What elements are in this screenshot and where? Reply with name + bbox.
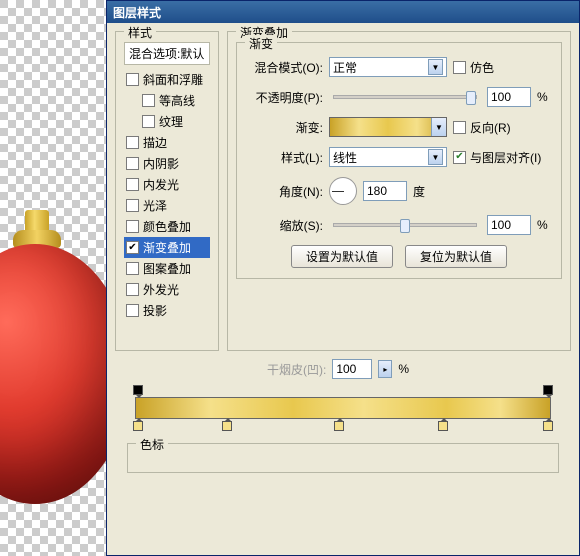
align-checkbox[interactable]: ✔ [453, 151, 466, 164]
colorstop-group: 色标 [127, 443, 559, 473]
dither-checkbox[interactable] [453, 61, 466, 74]
dialog-titlebar[interactable]: 图层样式 [107, 1, 579, 23]
style-checkbox[interactable] [126, 283, 139, 296]
reverse-checkbox[interactable] [453, 121, 466, 134]
gradient-editor[interactable] [127, 385, 559, 431]
style-item-纹理[interactable]: 纹理 [124, 111, 210, 132]
blend-mode-select[interactable]: 正常 ▼ [329, 57, 447, 77]
blend-mode-label: 混合模式(O): [247, 59, 323, 76]
style-checkbox[interactable] [142, 115, 155, 128]
cut-input[interactable]: 100 [332, 359, 372, 379]
style-label: 投影 [143, 302, 167, 319]
opacity-unit: % [537, 90, 551, 104]
style-checkbox[interactable] [126, 199, 139, 212]
style-label: 外发光 [143, 281, 179, 298]
style-item-内发光[interactable]: 内发光 [124, 174, 210, 195]
scale-slider[interactable] [333, 223, 477, 227]
cut-label: 干烟皮(凹): [267, 361, 326, 378]
style-select[interactable]: 线性 ▼ [329, 147, 447, 167]
blend-mode-value: 正常 [333, 59, 357, 76]
angle-unit: 度 [413, 183, 425, 200]
set-default-button[interactable]: 设置为默认值 [291, 245, 393, 268]
styles-group: 样式 混合选项:默认 斜面和浮雕等高线纹理描边内阴影内发光光泽颜色叠加✔渐变叠加… [115, 31, 219, 351]
style-item-内阴影[interactable]: 内阴影 [124, 153, 210, 174]
gradient-overlay-group: 渐变叠加 渐变 混合模式(O): 正常 ▼ 仿色 [227, 31, 571, 351]
style-value: 线性 [333, 149, 357, 166]
color-stop[interactable] [543, 421, 553, 431]
align-label: 与图层对齐(I) [470, 149, 541, 166]
style-label: 等高线 [159, 92, 195, 109]
style-item-图案叠加[interactable]: 图案叠加 [124, 258, 210, 279]
gradient-label: 渐变: [247, 119, 323, 136]
cut-unit: % [398, 362, 409, 376]
style-checkbox[interactable] [126, 304, 139, 317]
opacity-stop[interactable] [133, 385, 143, 395]
style-checkbox[interactable] [126, 136, 139, 149]
style-item-光泽[interactable]: 光泽 [124, 195, 210, 216]
style-item-颜色叠加[interactable]: 颜色叠加 [124, 216, 210, 237]
style-item-斜面和浮雕[interactable]: 斜面和浮雕 [124, 69, 210, 90]
opacity-stop[interactable] [543, 385, 553, 395]
chevron-down-icon: ▼ [428, 59, 443, 75]
scale-unit: % [537, 218, 551, 232]
opacity-input[interactable]: 100 [487, 87, 531, 107]
dialog-title: 图层样式 [113, 4, 161, 21]
style-checkbox[interactable] [126, 73, 139, 86]
style-label: 内阴影 [143, 155, 179, 172]
layer-style-dialog: 图层样式 样式 混合选项:默认 斜面和浮雕等高线纹理描边内阴影内发光光泽颜色叠加… [106, 0, 580, 556]
angle-label: 角度(N): [247, 183, 323, 200]
reset-default-button[interactable]: 复位为默认值 [405, 245, 507, 268]
style-checkbox[interactable] [126, 220, 139, 233]
style-label: 光泽 [143, 197, 167, 214]
style-label: 图案叠加 [143, 260, 191, 277]
style-label: 斜面和浮雕 [143, 71, 203, 88]
gradient-editor-area: 干烟皮(凹): 100 ▸ % 色标 [115, 359, 571, 473]
chevron-down-icon[interactable]: ▼ [431, 118, 446, 136]
style-label: 样式(L): [247, 149, 323, 166]
style-label: 渐变叠加 [143, 239, 191, 256]
style-checkbox[interactable] [126, 262, 139, 275]
gradient-swatch[interactable]: ▼ [329, 117, 447, 137]
color-stop[interactable] [334, 421, 344, 431]
scale-input[interactable]: 100 [487, 215, 531, 235]
angle-input[interactable]: 180 [363, 181, 407, 201]
style-label: 内发光 [143, 176, 179, 193]
style-checkbox[interactable] [142, 94, 155, 107]
angle-dial[interactable] [329, 177, 357, 205]
style-label: 纹理 [159, 113, 183, 130]
dither-label: 仿色 [470, 59, 494, 76]
opacity-label: 不透明度(P): [247, 89, 323, 106]
gradient-inner-group: 渐变 混合模式(O): 正常 ▼ 仿色 不透明度(P): [236, 42, 562, 279]
style-item-等高线[interactable]: 等高线 [124, 90, 210, 111]
color-stop[interactable] [438, 421, 448, 431]
style-item-外发光[interactable]: 外发光 [124, 279, 210, 300]
style-label: 描边 [143, 134, 167, 151]
styles-group-label: 样式 [124, 24, 156, 41]
style-item-渐变叠加[interactable]: ✔ 渐变叠加 [124, 237, 210, 258]
style-checkbox[interactable]: ✔ [126, 241, 139, 254]
reverse-label: 反向(R) [470, 119, 511, 136]
color-stop[interactable] [222, 421, 232, 431]
style-checkbox[interactable] [126, 178, 139, 191]
opacity-slider[interactable] [333, 95, 477, 99]
gradient-inner-label: 渐变 [245, 35, 277, 52]
style-item-描边[interactable]: 描边 [124, 132, 210, 153]
style-item-投影[interactable]: 投影 [124, 300, 210, 321]
style-checkbox[interactable] [126, 157, 139, 170]
colorstop-label: 色标 [136, 436, 168, 453]
style-label: 颜色叠加 [143, 218, 191, 235]
scale-label: 缩放(S): [247, 217, 323, 234]
stepper-icon[interactable]: ▸ [378, 360, 392, 378]
chevron-down-icon: ▼ [428, 149, 443, 165]
blend-options-header[interactable]: 混合选项:默认 [124, 42, 210, 65]
color-stop[interactable] [133, 421, 143, 431]
